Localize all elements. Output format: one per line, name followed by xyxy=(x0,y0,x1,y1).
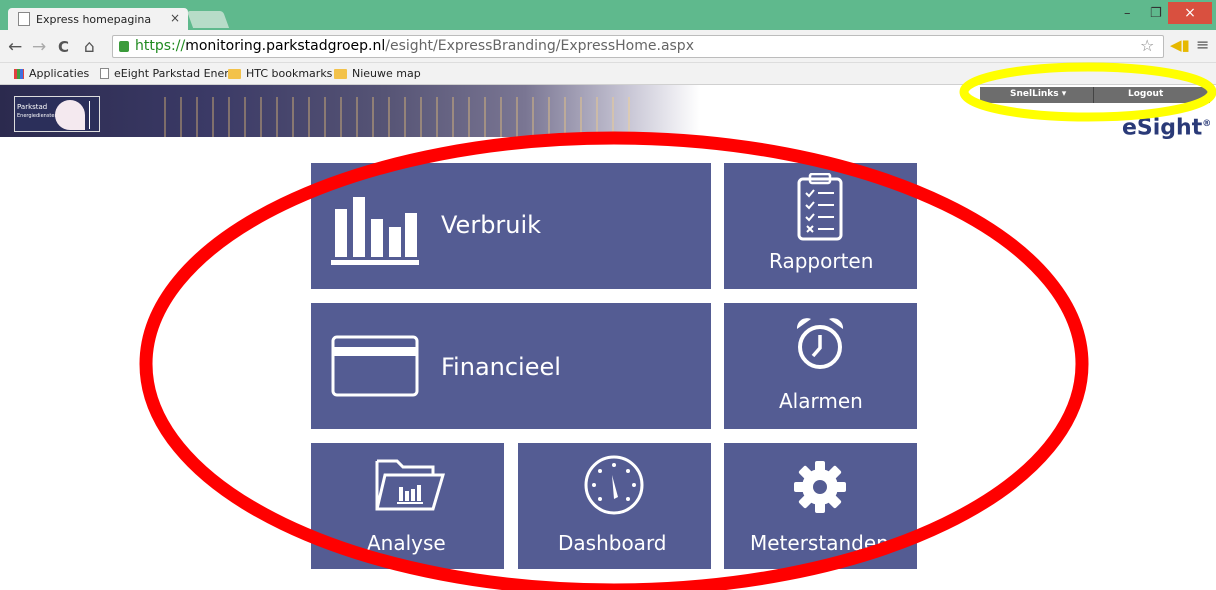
lock-icon xyxy=(119,41,129,52)
chrome-menu-icon[interactable]: ≡ xyxy=(1196,35,1209,54)
parkstad-logo[interactable]: Parkstad Energiediensten xyxy=(14,96,100,132)
tab-close-icon[interactable]: × xyxy=(170,11,180,25)
bookmark-label: eEight Parkstad Ener... xyxy=(114,67,239,80)
folder-chart-icon xyxy=(375,459,446,511)
logo-wordmark: Parkstad Energiediensten xyxy=(17,103,58,119)
tile-financieel[interactable]: Financieel xyxy=(311,303,711,429)
window-close-button[interactable]: × xyxy=(1168,2,1212,24)
esight-brand: eSight® xyxy=(1122,115,1212,141)
bookmarks-bar: Applicaties eEight Parkstad Ener... HTC … xyxy=(0,63,1216,85)
tile-label: Dashboard xyxy=(558,531,667,555)
top-links-bar: SnelLinks ▾ Logout xyxy=(980,87,1210,103)
url-scheme: https:// xyxy=(135,38,186,54)
home-icon[interactable]: ⌂ xyxy=(84,37,95,57)
minimize-icon[interactable]: – xyxy=(1124,6,1131,21)
tile-label: Verbruik xyxy=(441,211,542,239)
tab-strip: Express homepagina × – ❐ × xyxy=(0,0,1216,30)
browser-tab[interactable]: Express homepagina × xyxy=(8,8,188,30)
bookmark-label: Nieuwe map xyxy=(352,67,421,80)
tile-analyse[interactable]: Analyse xyxy=(311,443,504,569)
tile-label: Analyse xyxy=(367,531,446,555)
speedometer-icon xyxy=(584,455,644,515)
tile-alarmen[interactable]: Alarmen xyxy=(724,303,917,429)
extension-icon[interactable]: ◀▮ xyxy=(1170,36,1190,54)
page-icon xyxy=(100,68,109,79)
new-tab-button[interactable] xyxy=(186,11,230,28)
clipboard-checklist-icon xyxy=(797,173,843,241)
tab-title: Express homepagina xyxy=(36,12,152,26)
bookmark-label: Applicaties xyxy=(29,67,90,80)
tile-label: Meterstanden xyxy=(750,531,889,555)
bookmark-eeight[interactable]: eEight Parkstad Ener... xyxy=(100,67,238,80)
back-icon[interactable]: ← xyxy=(8,37,22,57)
bookmark-label: HTC bookmarks xyxy=(246,67,333,80)
gear-icon xyxy=(794,461,846,513)
apps-icon xyxy=(14,68,24,79)
bar-chart-icon xyxy=(331,197,419,265)
bookmark-star-icon[interactable]: ☆ xyxy=(1140,36,1154,55)
address-bar[interactable]: https://monitoring.parkstadgroep.nl/esig… xyxy=(112,35,1164,58)
page-icon xyxy=(18,12,30,26)
bookmark-htc[interactable]: HTC bookmarks xyxy=(228,67,332,80)
bookmark-applicaties[interactable]: Applicaties xyxy=(14,67,89,80)
forward-icon[interactable]: → xyxy=(32,37,46,57)
reload-icon[interactable]: C xyxy=(58,38,69,56)
divider xyxy=(1093,87,1094,103)
logout-link[interactable]: Logout xyxy=(1128,89,1163,99)
url-path: /esight/ExpressBranding/ExpressHome.aspx xyxy=(385,38,694,54)
logo-energy-icons xyxy=(89,101,97,129)
tile-label: Alarmen xyxy=(779,389,863,413)
snellinks-menu[interactable]: SnelLinks ▾ xyxy=(1010,89,1066,99)
chevron-down-icon: ▾ xyxy=(1061,89,1067,99)
browser-window: Express homepagina × – ❐ × ← → C ⌂ https… xyxy=(0,0,1216,590)
logo-mark-icon xyxy=(55,100,85,130)
restore-icon[interactable]: ❐ xyxy=(1150,6,1162,21)
tile-rapporten[interactable]: Rapporten xyxy=(724,163,917,289)
tile-meterstanden[interactable]: Meterstanden xyxy=(724,443,917,569)
tile-verbruik[interactable]: Verbruik xyxy=(311,163,711,289)
tile-label: Financieel xyxy=(441,353,561,381)
credit-card-icon xyxy=(331,335,419,397)
alarm-clock-icon xyxy=(796,318,844,369)
folder-icon xyxy=(228,68,241,79)
url-host: monitoring.parkstadgroep.nl xyxy=(185,38,386,54)
city-lights-decoration xyxy=(150,97,630,137)
tile-dashboard[interactable]: Dashboard xyxy=(518,443,711,569)
folder-icon xyxy=(334,68,347,79)
browser-toolbar: ← → C ⌂ https://monitoring.parkstadgroep… xyxy=(0,30,1216,63)
page-header: Parkstad Energiediensten SnelLinks ▾ Log… xyxy=(0,85,1216,145)
bookmark-nieuwe-map[interactable]: Nieuwe map xyxy=(334,67,421,80)
tile-label: Rapporten xyxy=(769,249,874,273)
